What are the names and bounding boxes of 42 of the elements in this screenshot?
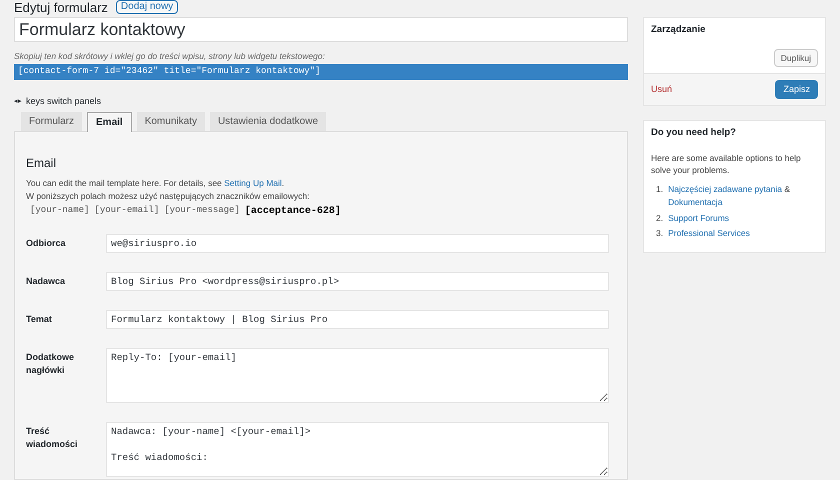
page-title: Edytuj formularz bbox=[14, 0, 108, 14]
duplicate-button[interactable]: Duplikuj bbox=[774, 49, 818, 68]
mail-tag: [your-email] bbox=[94, 204, 160, 219]
mail-tag: [your-name] bbox=[30, 204, 90, 219]
save-button[interactable]: Zapisz bbox=[775, 80, 818, 100]
help-text: Here are some available options to help solve your problems. bbox=[651, 152, 802, 177]
delete-link[interactable]: Usuń bbox=[651, 83, 672, 96]
card-title: Do you need help? bbox=[651, 126, 737, 140]
tab[interactable]: Email bbox=[87, 112, 132, 132]
card-title: Zarządzanie bbox=[651, 23, 706, 37]
text-input[interactable]: we@siriuspro.io bbox=[106, 234, 609, 253]
help-link[interactable]: Dokumentacja bbox=[668, 196, 722, 207]
text-area[interactable]: Nadawca: [your-name] <[your-email]> Treść wiadomości: bbox=[106, 422, 609, 477]
mail-tag: [acceptance-628] bbox=[244, 204, 341, 219]
intro-text: You can edit the mail template here. For details, see Setting Up Mail. bbox=[26, 177, 286, 190]
tab[interactable]: Ustawienia dodatkowe bbox=[210, 112, 326, 132]
text-input[interactable]: Blog Sirius Pro <wordpress@siriuspro.pl> bbox=[106, 272, 609, 291]
shortcode-hint: Skopiuj ten kod skrótowy i wklej go do treści wpisu, strony lub widgetu tekstowego: bbox=[14, 50, 326, 63]
help-link[interactable]: Professional Services bbox=[668, 228, 750, 238]
ampersand-text: & bbox=[783, 184, 790, 194]
tab[interactable]: Komunikaty bbox=[136, 112, 205, 132]
field-label: Odbiorca bbox=[26, 236, 67, 250]
keys-hint: keys switch panels bbox=[26, 94, 102, 108]
list-number: 2. bbox=[656, 212, 664, 224]
text-input[interactable]: Formularz kontaktowy | Blog Sirius Pro bbox=[106, 310, 609, 329]
field-label: Treść wiadomości bbox=[26, 424, 79, 452]
field-label: Nadawca bbox=[26, 274, 66, 288]
mail-tag: [your-message] bbox=[164, 204, 240, 219]
help-link[interactable]: Najczęściej zadawane pytania bbox=[668, 184, 782, 194]
title-input[interactable]: Formularz kontaktowy bbox=[14, 17, 628, 42]
field-label: Dodatkowe nagłówki bbox=[26, 350, 76, 378]
setting-up-mail-link[interactable]: Setting Up Mail bbox=[224, 178, 282, 188]
tags-note: W poniższych polach możesz użyć następujących znaczników emailowych: bbox=[26, 190, 310, 203]
field-label: Temat bbox=[26, 312, 53, 326]
shortcode-field[interactable]: [contact-form-7 id="23462" title="Formularz kontaktowy"] bbox=[14, 64, 628, 80]
text-area[interactable]: Reply-To: [your-email] bbox=[106, 348, 609, 403]
section-heading: Email bbox=[26, 155, 58, 172]
help-link[interactable]: Support Forums bbox=[668, 212, 730, 222]
list-number: 3. bbox=[656, 227, 664, 240]
tab[interactable]: Formularz bbox=[21, 112, 82, 132]
list-number: 1. bbox=[656, 183, 664, 196]
add-new-button[interactable]: Dodaj nowy bbox=[116, 0, 178, 14]
